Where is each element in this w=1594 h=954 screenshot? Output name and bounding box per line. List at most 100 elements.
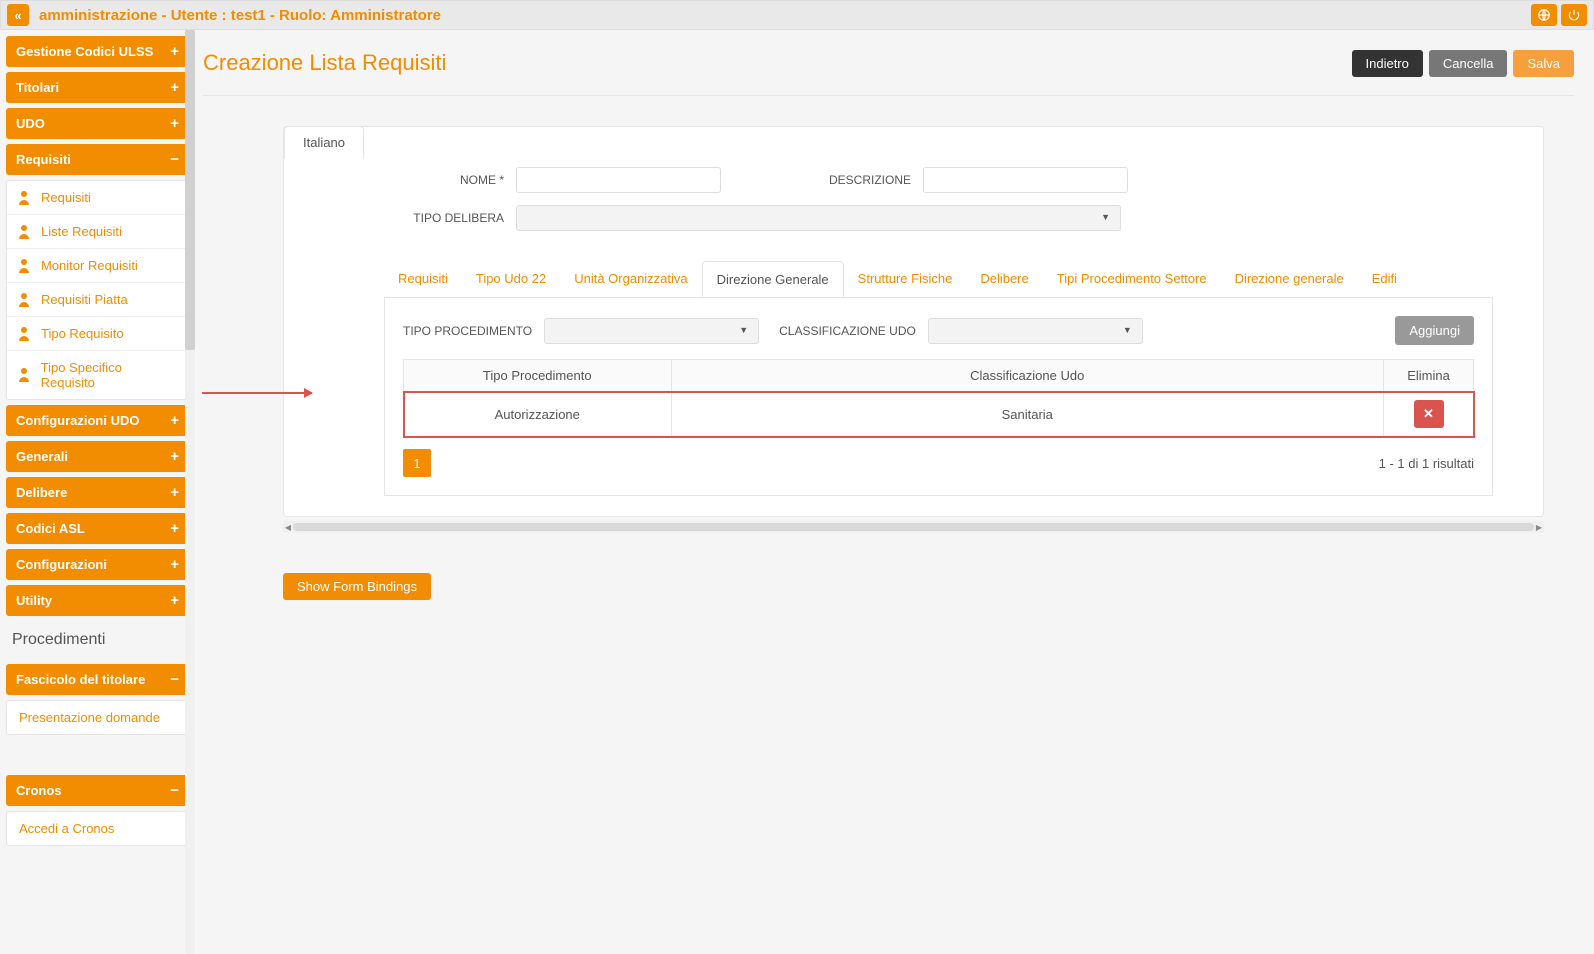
col-classificazione-udo: Classificazione Udo [671, 360, 1384, 392]
sidebar-item-tipo-specifico-requisito[interactable]: Tipo Specifico Requisito [7, 351, 188, 399]
delete-row-button[interactable]: ✕ [1414, 400, 1444, 428]
section-label: Gestione Codici ULSS [16, 44, 153, 59]
sidebar-section-configurazioni[interactable]: Configurazioni + [6, 549, 189, 580]
descrizione-input[interactable] [923, 167, 1128, 193]
subitem-label: Accedi a Cronos [19, 821, 114, 836]
tab-unita-organizzativa[interactable]: Unità Organizzativa [560, 261, 701, 297]
sidebar-section-gestione-codici[interactable]: Gestione Codici ULSS + [6, 36, 189, 67]
sidebar-item-requisiti[interactable]: Requisiti [7, 181, 188, 215]
scroll-right-icon[interactable]: ▶ [1534, 521, 1544, 533]
sidebar-item-monitor-requisiti[interactable]: Monitor Requisiti [7, 249, 188, 283]
descrizione-label: DESCRIZIONE [751, 173, 911, 187]
tipo-procedimento-label: TIPO PROCEDIMENTO [403, 324, 532, 338]
horizontal-scrollbar-thumb[interactable] [293, 523, 1534, 531]
user-icon [19, 225, 33, 239]
pagination: 1 1 - 1 di 1 risultati [403, 449, 1474, 477]
classificazione-udo-select[interactable] [928, 318, 1143, 344]
cell-tipo: Autorizzazione [404, 392, 672, 437]
sidebar-item-tipo-requisito[interactable]: Tipo Requisito [7, 317, 188, 351]
sidebar-scrollbar-track[interactable] [185, 30, 195, 954]
plus-icon: + [170, 412, 179, 429]
tab-requisiti[interactable]: Requisiti [384, 261, 462, 297]
sidebar-section-titolari[interactable]: Titolari + [6, 72, 189, 103]
sidebar-section-fascicolo[interactable]: Fascicolo del titolare − [6, 664, 189, 695]
section-label: Configurazioni UDO [16, 413, 140, 428]
topbar: « amministrazione - Utente : test1 - Ruo… [0, 0, 1594, 30]
plus-icon: + [170, 520, 179, 537]
minus-icon: − [170, 782, 179, 799]
minus-icon: − [170, 671, 179, 688]
cancel-button[interactable]: Cancella [1429, 50, 1508, 77]
back-button[interactable]: Indietro [1352, 50, 1423, 77]
sidebar-section-utility[interactable]: Utility + [6, 585, 189, 616]
table-row: Autorizzazione Sanitaria ✕ [404, 392, 1474, 437]
tab-edifici[interactable]: Edifi [1358, 261, 1411, 297]
sidebar: Gestione Codici ULSS + Titolari + UDO + … [0, 30, 195, 954]
save-button[interactable]: Salva [1513, 50, 1574, 77]
subitem-label: Tipo Requisito [41, 326, 124, 341]
sidebar-collapse-button[interactable]: « [7, 4, 29, 26]
sidebar-section-udo[interactable]: UDO + [6, 108, 189, 139]
tab-row: Requisiti Tipo Udo 22 Unità Organizzativ… [384, 261, 1493, 298]
tab-tipo-udo-22[interactable]: Tipo Udo 22 [462, 261, 560, 297]
tab-delibere[interactable]: Delibere [966, 261, 1042, 297]
sidebar-item-presentazione-domande[interactable]: Presentazione domande [7, 701, 188, 734]
section-label: Configurazioni [16, 557, 107, 572]
tab-tipi-procedimento-settore[interactable]: Tipi Procedimento Settore [1043, 261, 1221, 297]
sidebar-section-generali[interactable]: Generali + [6, 441, 189, 472]
user-icon [19, 191, 33, 205]
language-button[interactable] [1531, 4, 1557, 26]
tipo-procedimento-select[interactable] [544, 318, 759, 344]
section-label: Fascicolo del titolare [16, 672, 145, 687]
tab-strutture-fisiche[interactable]: Strutture Fisiche [844, 261, 967, 297]
scroll-left-icon[interactable]: ◀ [283, 521, 293, 533]
sidebar-section-codici-asl[interactable]: Codici ASL + [6, 513, 189, 544]
plus-icon: + [170, 43, 179, 60]
page-header: Creazione Lista Requisiti Indietro Cance… [203, 50, 1574, 96]
tab-direzione-generale[interactable]: Direzione Generale [702, 261, 844, 298]
cell-elimina: ✕ [1384, 392, 1474, 437]
sidebar-scrollbar-thumb[interactable] [185, 30, 195, 350]
plus-icon: + [170, 484, 179, 501]
form-card: Italiano NOME * DESCRIZIONE [283, 126, 1544, 517]
add-button[interactable]: Aggiungi [1395, 316, 1474, 345]
language-tab[interactable]: Italiano [284, 126, 364, 159]
sidebar-section-cronos[interactable]: Cronos − [6, 775, 189, 806]
show-form-bindings-button[interactable]: Show Form Bindings [283, 573, 431, 600]
sidebar-item-liste-requisiti[interactable]: Liste Requisiti [7, 215, 188, 249]
sidebar-section-delibere[interactable]: Delibere + [6, 477, 189, 508]
table-header-row: Tipo Procedimento Classificazione Udo El… [404, 360, 1474, 392]
plus-icon: + [170, 79, 179, 96]
subitem-label: Requisiti Piatta [41, 292, 128, 307]
subitem-label: Tipo Specifico Requisito [41, 360, 176, 390]
section-label: Delibere [16, 485, 67, 500]
section-label: Titolari [16, 80, 59, 95]
main-content: Creazione Lista Requisiti Indietro Cance… [195, 30, 1594, 954]
tab-direzione-generale-2[interactable]: Direzione generale [1221, 261, 1358, 297]
page-number-1[interactable]: 1 [403, 449, 431, 477]
horizontal-scrollbar[interactable]: ◀ ▶ [283, 521, 1544, 533]
sidebar-section-requisiti[interactable]: Requisiti − [6, 144, 189, 175]
user-icon [19, 259, 33, 273]
globe-icon [1537, 8, 1551, 22]
result-summary: 1 - 1 di 1 risultati [1379, 456, 1474, 471]
fascicolo-subitems: Presentazione domande [6, 700, 189, 735]
section-label: Cronos [16, 783, 62, 798]
annotation-arrow [202, 392, 312, 394]
col-elimina: Elimina [1384, 360, 1474, 392]
tipo-delibera-select[interactable] [516, 205, 1121, 231]
sidebar-section-configurazioni-udo[interactable]: Configurazioni UDO + [6, 405, 189, 436]
page-actions: Indietro Cancella Salva [1352, 50, 1575, 77]
sidebar-item-accedi-cronos[interactable]: Accedi a Cronos [7, 812, 188, 845]
subitem-label: Presentazione domande [19, 710, 160, 725]
cronos-subitems: Accedi a Cronos [6, 811, 189, 846]
nome-input[interactable] [516, 167, 721, 193]
logout-button[interactable] [1561, 4, 1587, 26]
tabs-area: Requisiti Tipo Udo 22 Unità Organizzativ… [384, 261, 1493, 496]
plus-icon: + [170, 115, 179, 132]
sidebar-item-requisiti-piatta[interactable]: Requisiti Piatta [7, 283, 188, 317]
topbar-actions [1531, 4, 1587, 26]
user-icon [19, 368, 33, 382]
classificazione-udo-label: CLASSIFICAZIONE UDO [779, 324, 916, 338]
close-icon: ✕ [1423, 406, 1434, 422]
